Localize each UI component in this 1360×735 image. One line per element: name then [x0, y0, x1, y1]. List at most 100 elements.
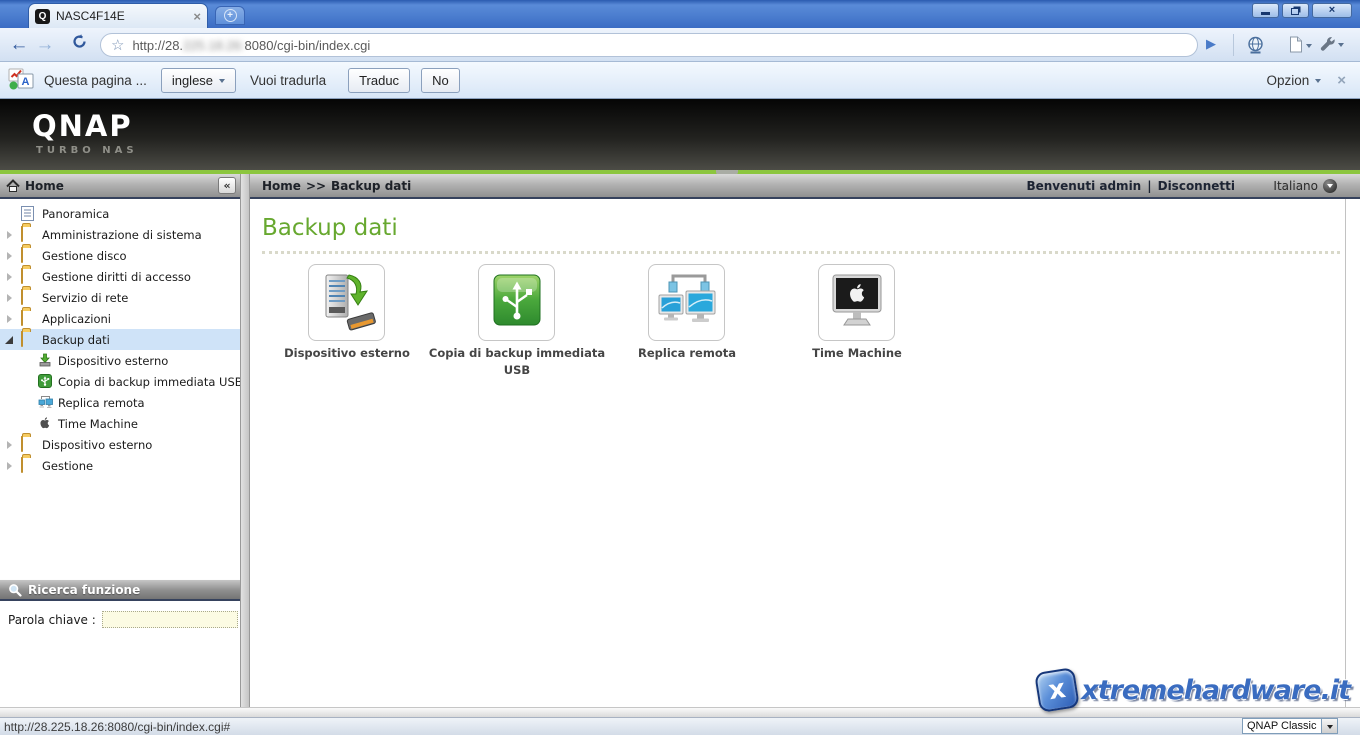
sidebar-item-copia-backup-usb[interactable]: Copia di backup immediata USB [0, 371, 240, 392]
chevron-down-icon [1315, 79, 1321, 83]
tile-dispositivo-esterno[interactable] [308, 264, 385, 341]
browser-tab[interactable]: Q NASC4F14E × [28, 3, 208, 28]
page-menu-button[interactable] [1288, 36, 1312, 53]
restore-icon [1291, 8, 1299, 15]
status-url: http://28.225.18.26:8080/cgi-bin/index.c… [4, 720, 230, 734]
sidebar-item-gestione[interactable]: Gestione [0, 455, 240, 476]
reload-button[interactable] [66, 33, 92, 56]
tile-label: Replica remota [592, 345, 782, 362]
apple-icon [38, 416, 52, 433]
language-dropdown-label: inglese [172, 73, 213, 88]
expander-icon[interactable] [7, 294, 12, 302]
welcome-text: Benvenuti admin [1026, 179, 1141, 193]
expander-icon[interactable] [7, 462, 12, 470]
theme-select-value: QNAP Classic [1243, 720, 1321, 732]
plus-icon: + [224, 9, 237, 22]
bookmark-star-icon[interactable]: ☆ [111, 36, 124, 54]
sidebar-item-applicazioni[interactable]: Applicazioni [0, 308, 240, 329]
forward-button[interactable]: → [32, 34, 58, 56]
window-minimize-button[interactable] [1252, 3, 1279, 18]
qnap-favicon-icon: Q [35, 9, 50, 24]
select-arrow-button[interactable] [1321, 719, 1337, 733]
sidebar-item-servizio-di-rete[interactable]: Servizio di rete [0, 287, 240, 308]
sidebar-item-dispositivo-esterno-2[interactable]: Dispositivo esterno [0, 434, 240, 455]
window-restore-button[interactable] [1282, 3, 1309, 18]
expander-icon[interactable] [7, 441, 12, 449]
tab-close-icon[interactable]: × [193, 10, 201, 23]
breadcrumb-current: Backup dati [331, 179, 411, 193]
wrench-menu-button[interactable] [1320, 36, 1344, 52]
tile-replica-remota[interactable] [648, 264, 725, 341]
watermark-letter: x [1047, 674, 1068, 706]
url-text: http://28.225.18.26:8080/cgi-bin/index.c… [132, 38, 370, 53]
browser-titlebar: Q NASC4F14E × + × [0, 0, 1360, 28]
remote-replication-icon [655, 271, 719, 335]
sidebar-item-dispositivo-esterno[interactable]: Dispositivo esterno [0, 350, 240, 371]
welcome-divider: | [1147, 179, 1151, 193]
infobar-close-icon[interactable]: × [1337, 72, 1346, 89]
language-dropdown[interactable]: inglese [161, 68, 236, 93]
tree-label: Servizio di rete [42, 291, 128, 305]
usb-icon [38, 374, 52, 391]
translate-prompt: Vuoi tradurla [250, 73, 326, 88]
function-search-header: Ricerca funzione [0, 579, 240, 601]
tree-label: Amministrazione di sistema [42, 228, 202, 242]
address-bar[interactable]: ☆ http://28.225.18.26:8080/cgi-bin/index… [100, 33, 1198, 57]
translate-decline-button[interactable]: No [421, 68, 460, 93]
url-prefix: http://28. [132, 38, 183, 53]
sidebar-title: Home [25, 179, 64, 193]
minimize-icon [1261, 12, 1270, 15]
window-controls: × [1252, 3, 1352, 18]
keyword-input[interactable] [102, 611, 238, 628]
go-button[interactable]: ▶ [1206, 36, 1216, 52]
qnap-header: QNAP TURBO NAS Web File Manager [0, 99, 1360, 170]
title-divider [262, 251, 1340, 254]
sidebar-item-time-machine[interactable]: Time Machine [0, 413, 240, 434]
sidebar-collapse-button[interactable]: « [218, 177, 236, 194]
expander-open-icon[interactable] [5, 336, 13, 344]
browser-toolbar: ← → ☆ http://28.225.18.26:8080/cgi-bin/i… [0, 28, 1360, 62]
breadcrumb-separator: >> [306, 179, 326, 193]
chevron-down-icon [1327, 725, 1333, 729]
function-search-title: Ricerca funzione [28, 583, 140, 597]
language-selector[interactable]: Italiano [1273, 179, 1337, 193]
translate-page-button[interactable] [1246, 36, 1265, 55]
expander-icon[interactable] [7, 273, 12, 281]
translate-options-button[interactable]: Opzion [1266, 73, 1321, 88]
tab-title: NASC4F14E [56, 9, 187, 23]
sidebar-item-amministrazione[interactable]: Amministrazione di sistema [0, 224, 240, 245]
logout-link[interactable]: Disconnetti [1158, 179, 1235, 193]
tile-time-machine[interactable] [818, 264, 895, 341]
url-suffix: 8080/cgi-bin/index.cgi [245, 38, 371, 53]
overview-icon [21, 206, 34, 224]
back-button[interactable]: ← [6, 34, 32, 56]
folder-icon [21, 310, 23, 326]
breadcrumb-bar: Home >> Backup dati Benvenuti admin | Di… [250, 174, 1360, 199]
breadcrumb-home[interactable]: Home [262, 179, 301, 193]
panel-splitter[interactable] [240, 174, 250, 707]
qnap-logo: QNAP [32, 109, 133, 143]
sidebar-item-replica-remota[interactable]: Replica remota [0, 392, 240, 413]
sidebar-item-gestione-disco[interactable]: Gestione disco [0, 245, 240, 266]
new-tab-button[interactable]: + [215, 6, 245, 25]
folder-icon [21, 436, 23, 452]
keyword-label: Parola chiave : [8, 613, 96, 627]
chevron-down-icon [1338, 43, 1344, 47]
time-machine-icon [825, 271, 889, 335]
sidebar-item-backup-dati[interactable]: Backup dati [0, 329, 240, 350]
expander-icon[interactable] [7, 252, 12, 260]
tile-copia-backup-usb[interactable] [478, 264, 555, 341]
expander-icon[interactable] [7, 231, 12, 239]
window-close-button[interactable]: × [1312, 3, 1352, 18]
chevron-down-icon [1306, 44, 1312, 48]
sidebar-item-panoramica[interactable]: Panoramica [0, 203, 240, 224]
tile-label: Dispositivo esterno [252, 345, 442, 362]
translate-accept-button[interactable]: Traduc [348, 68, 410, 93]
folder-icon [21, 268, 23, 284]
expander-icon[interactable] [7, 315, 12, 323]
sidebar-item-gestione-diritti[interactable]: Gestione diritti di accesso [0, 266, 240, 287]
tree-label: Gestione [42, 459, 93, 473]
theme-select[interactable]: QNAP Classic [1242, 718, 1338, 734]
main-right-border [1345, 199, 1346, 707]
tree-label: Dispositivo esterno [58, 354, 168, 368]
